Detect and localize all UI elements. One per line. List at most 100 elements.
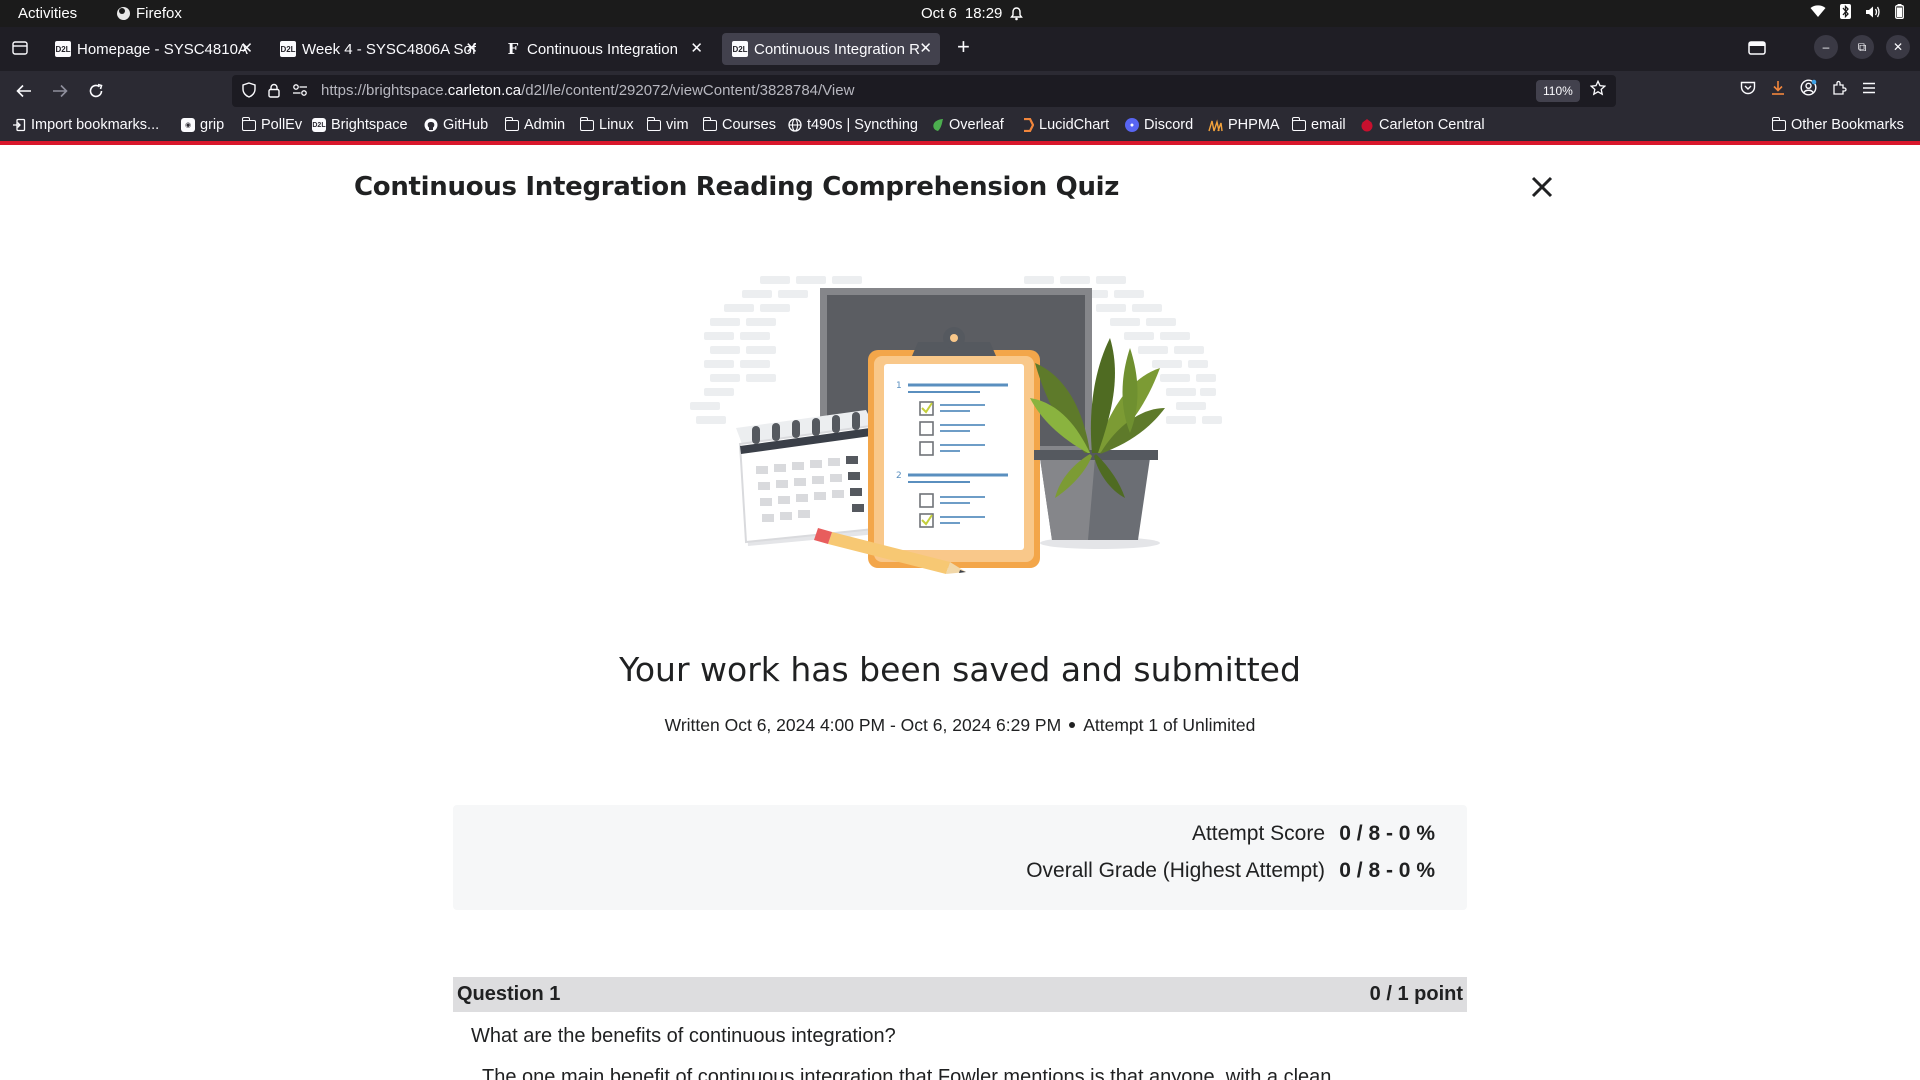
bookmark-syncthing[interactable]: t490s | Syncthing xyxy=(788,117,918,133)
bookmark-linux[interactable]: Linux xyxy=(579,116,634,133)
lock-icon[interactable] xyxy=(268,83,280,103)
overall-grade-label: Overall Grade (Highest Attempt) xyxy=(1026,859,1325,882)
bookmark-vim[interactable]: vim xyxy=(646,116,689,133)
bookmark-brightspace[interactable]: D2L Brightspace xyxy=(312,117,408,133)
question-header: Question 1 0 / 1 point xyxy=(453,977,1467,1012)
tab-homepage[interactable]: D2L Homepage - SYSC4810A ✕ xyxy=(45,33,261,65)
account-icon[interactable] xyxy=(1800,79,1817,101)
list-all-tabs-icon[interactable] xyxy=(12,40,28,61)
reload-icon[interactable] xyxy=(84,79,108,103)
bookmark-carleton-central[interactable]: Carleton Central xyxy=(1360,117,1485,133)
tracking-shield-icon[interactable] xyxy=(242,82,256,103)
folder-icon xyxy=(1771,116,1786,131)
app-name: Firefox xyxy=(136,5,182,22)
url-text[interactable]: https://brightspace.carleton.ca/d2l/le/c… xyxy=(321,82,854,99)
question-number: Question 1 xyxy=(457,983,561,1005)
bookmark-admin[interactable]: Admin xyxy=(504,116,565,133)
firefox-view-icon[interactable] xyxy=(1748,40,1766,61)
restore-icon[interactable]: ⧉ xyxy=(1850,35,1874,59)
close-window-icon[interactable]: ✕ xyxy=(1886,35,1910,59)
tab-quiz-active[interactable]: D2L Continuous Integration R ✕ xyxy=(722,33,940,65)
bookmark-phpma[interactable]: PHPMA xyxy=(1208,117,1280,133)
tab-close-icon[interactable]: ✕ xyxy=(690,39,703,57)
quiz-submitted-illustration: 1 2 xyxy=(690,276,1222,574)
hamburger-menu-icon[interactable] xyxy=(1861,81,1877,100)
phpmyadmin-icon xyxy=(1208,118,1223,131)
attempt-count: Attempt 1 of Unlimited xyxy=(1083,715,1256,735)
attempt-score-value: 0 / 8 - 0 % xyxy=(1339,822,1435,845)
svg-text:2: 2 xyxy=(896,471,902,481)
fowler-favicon-icon: F xyxy=(507,40,519,58)
volume-icon xyxy=(1865,5,1881,19)
tab-continuous-integration[interactable]: F Continuous Integration ✕ xyxy=(495,33,711,65)
tab-close-icon[interactable]: ✕ xyxy=(465,39,478,57)
bookmark-overleaf[interactable]: Overleaf xyxy=(932,117,1004,133)
bookmark-discord[interactable]: ● Discord xyxy=(1125,117,1193,133)
back-arrow-icon[interactable] xyxy=(12,79,36,103)
window-controls: – ⧉ ✕ xyxy=(1814,35,1910,59)
bookmark-import[interactable]: Import bookmarks... xyxy=(12,117,159,133)
bluetooth-icon xyxy=(1840,4,1851,19)
lucidchart-icon xyxy=(1024,118,1034,132)
bookmark-grip[interactable]: ◉ grip xyxy=(181,117,224,133)
page-title: Continuous Integration Reading Comprehen… xyxy=(354,172,1120,202)
github-icon xyxy=(424,118,438,132)
url-bar[interactable]: https://brightspace.carleton.ca/d2l/le/c… xyxy=(232,75,1616,107)
bookmark-other[interactable]: Other Bookmarks xyxy=(1771,116,1904,133)
toolbar-right-buttons xyxy=(1740,79,1877,101)
written-range: Written Oct 6, 2024 4:00 PM - Oct 6, 202… xyxy=(664,715,1062,735)
tab-strip: D2L Homepage - SYSC4810A ✕ D2L Week 4 - … xyxy=(0,27,1920,71)
app-menu[interactable]: Firefox xyxy=(117,5,182,22)
tab-label: Continuous Integration xyxy=(527,40,678,58)
tab-label: Homepage - SYSC4810A xyxy=(77,40,248,58)
forward-arrow-icon[interactable] xyxy=(48,79,72,103)
carleton-icon xyxy=(1361,119,1373,132)
tab-close-icon[interactable]: ✕ xyxy=(240,39,253,57)
question-text: What are the benefits of continuous inte… xyxy=(471,1025,896,1047)
folder-icon xyxy=(1291,116,1306,131)
bookmark-pollev[interactable]: PollEv xyxy=(241,116,302,133)
overleaf-icon xyxy=(933,119,943,131)
zoom-level-button[interactable]: 110% xyxy=(1536,80,1580,102)
activities-button[interactable]: Activities xyxy=(18,5,77,22)
bookmark-star-icon[interactable] xyxy=(1589,79,1607,101)
firefox-icon xyxy=(117,7,130,20)
tab-week4[interactable]: D2L Week 4 - SYSC4806A Soft ✕ xyxy=(270,33,486,65)
battery-icon xyxy=(1895,4,1904,19)
clock[interactable]: Oct 6 18:29 xyxy=(921,5,1024,22)
tab-label: Week 4 - SYSC4806A Soft xyxy=(302,40,476,58)
d2l-favicon-icon: D2L xyxy=(280,41,296,57)
bookmark-courses[interactable]: Courses xyxy=(702,116,776,133)
system-top-bar: Activities Firefox Oct 6 18:29 xyxy=(0,0,1920,27)
attempt-meta: Written Oct 6, 2024 4:00 PM - Oct 6, 202… xyxy=(0,715,1920,736)
close-icon[interactable] xyxy=(1527,172,1557,202)
clock-date: Oct 6 xyxy=(921,5,957,22)
clock-time: 18:29 xyxy=(964,5,1003,22)
minimize-icon[interactable]: – xyxy=(1814,35,1838,59)
new-tab-button[interactable]: + xyxy=(957,36,970,58)
import-icon xyxy=(13,118,26,132)
globe-icon xyxy=(788,118,802,132)
downloads-icon[interactable] xyxy=(1770,80,1786,101)
bookmark-lucidchart[interactable]: LucidChart xyxy=(1020,117,1109,133)
answer-preview: The one main benefit of continuous integ… xyxy=(482,1068,1332,1080)
navigation-toolbar: https://brightspace.carleton.ca/d2l/le/c… xyxy=(0,71,1920,111)
folder-icon xyxy=(241,116,256,131)
permissions-icon[interactable] xyxy=(292,83,308,102)
page-content: Continuous Integration Reading Comprehen… xyxy=(0,145,1920,1080)
bell-icon xyxy=(1010,6,1024,21)
score-summary: Attempt Score 0 / 8 - 0 % Overall Grade … xyxy=(453,805,1467,910)
bookmark-email[interactable]: email xyxy=(1291,116,1346,133)
d2l-icon: D2L xyxy=(312,118,326,132)
grip-icon: ◉ xyxy=(181,118,195,132)
tab-close-icon[interactable]: ✕ xyxy=(919,39,932,57)
d2l-favicon-icon: D2L xyxy=(732,41,748,57)
discord-icon: ● xyxy=(1125,118,1139,132)
bookmarks-toolbar: Import bookmarks... ◉ grip PollEv D2L Br… xyxy=(0,111,1920,141)
system-tray[interactable] xyxy=(1810,4,1904,19)
pocket-icon[interactable] xyxy=(1740,81,1756,100)
extensions-icon[interactable] xyxy=(1831,80,1847,101)
svg-text:1: 1 xyxy=(896,381,902,391)
attempt-score-label: Attempt Score xyxy=(1191,822,1325,845)
bookmark-github[interactable]: GitHub xyxy=(424,117,488,133)
